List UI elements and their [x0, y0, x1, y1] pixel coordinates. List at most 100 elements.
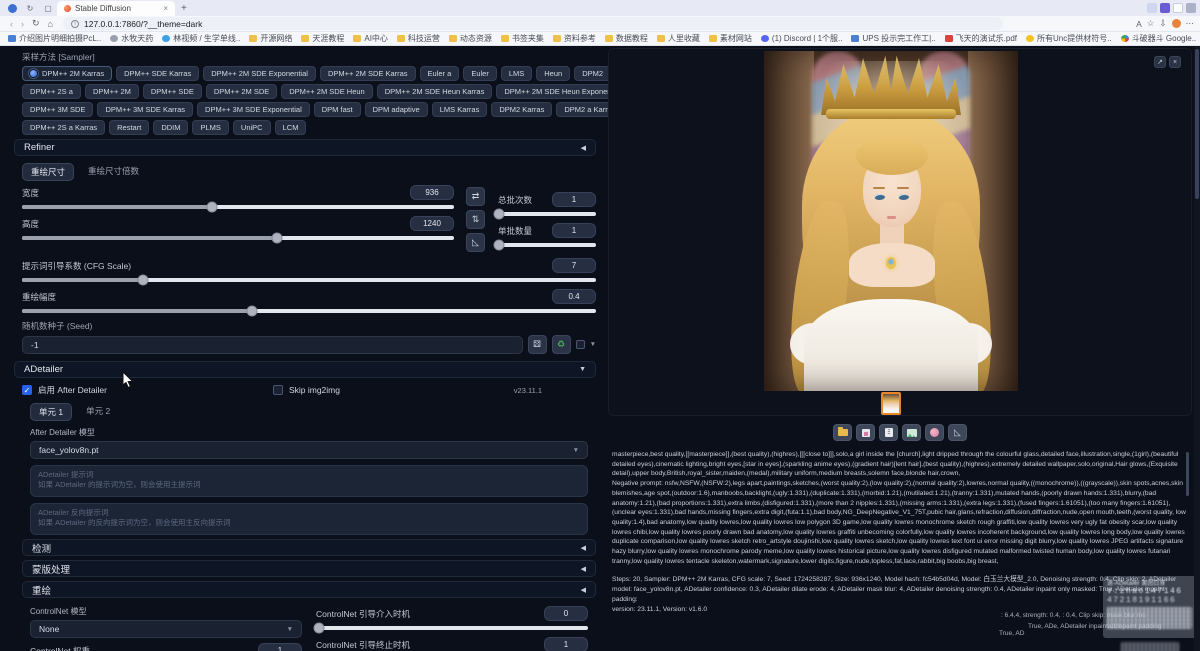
batch-count-value[interactable]: 1	[552, 192, 596, 207]
save-zip-button[interactable]	[879, 424, 898, 441]
controlnet-model-dropdown[interactable]: None ▼	[30, 620, 302, 638]
sampler-option[interactable]: LMS Karras	[432, 102, 488, 117]
cfg-value[interactable]: 7	[552, 258, 596, 273]
controlnet-start-knob[interactable]	[313, 623, 324, 634]
extra-seed-checkbox[interactable]	[576, 340, 585, 349]
workspaces-icon[interactable]	[1147, 3, 1157, 13]
profile-icon[interactable]	[1172, 19, 1181, 28]
favorite-star-icon[interactable]: ☆	[1147, 18, 1155, 29]
mask-preprocess-accordion[interactable]: 蒙版处理 ◀	[22, 560, 596, 577]
sampler-option[interactable]: DPM++ 2M SDE	[206, 84, 277, 99]
refresh-icon[interactable]: ↻	[32, 18, 40, 29]
tab-unit-2[interactable]: 单元 2	[78, 403, 118, 421]
bookmark-item[interactable]: 天涯教程	[301, 33, 344, 44]
batch-size-knob[interactable]	[493, 240, 504, 251]
width-slider[interactable]	[22, 205, 454, 209]
sampler-option[interactable]: DPM adaptive	[365, 102, 428, 117]
sampler-option[interactable]: DPM++ 2M SDE Karras	[320, 66, 416, 81]
bookmark-item[interactable]: 素材网站	[709, 33, 752, 44]
denoise-value[interactable]: 0.4	[552, 289, 596, 304]
sampler-option[interactable]: DPM++ 3M SDE Exponential	[197, 102, 310, 117]
site-info-icon[interactable]: i	[71, 20, 79, 28]
downloads-icon[interactable]: ⇩	[1159, 18, 1166, 29]
height-slider[interactable]	[22, 236, 454, 240]
swap-dimensions-button[interactable]: ⇅	[466, 210, 485, 229]
sampler-option[interactable]: DPM++ SDE Karras	[116, 66, 199, 81]
save-image-button[interactable]	[856, 424, 875, 441]
width-value[interactable]: 936	[410, 185, 454, 200]
bookmark-item[interactable]: 水牧天药	[110, 33, 153, 44]
tab-resize-to[interactable]: 重绘尺寸	[22, 163, 74, 181]
batch-size-value[interactable]: 1	[552, 223, 596, 238]
sampler-option[interactable]: DPM++ 3M SDE Karras	[97, 102, 193, 117]
tab-unit-1[interactable]: 单元 1	[30, 403, 72, 421]
reuse-seed-button[interactable]: ♻	[552, 335, 571, 354]
sampler-option[interactable]: LCM	[275, 120, 307, 135]
close-preview-button[interactable]: ×	[1169, 56, 1181, 68]
batch-count-slider[interactable]	[498, 212, 596, 216]
info-scrollbar[interactable]	[1186, 452, 1189, 496]
sampler-option[interactable]: DPM++ 2M SDE Heun	[281, 84, 372, 99]
seed-input[interactable]	[22, 336, 523, 354]
sampler-option[interactable]: Euler	[463, 66, 497, 81]
bookmark-item[interactable]: 开源网络	[249, 33, 292, 44]
bookmark-item[interactable]: 所有Unc提供材符号..	[1026, 33, 1112, 44]
sampler-option[interactable]: DPM++ 2S a Karras	[22, 120, 105, 135]
generated-image[interactable]	[764, 51, 1018, 391]
gallery-thumbnail[interactable]	[881, 392, 901, 415]
address-bar[interactable]: i 127.0.0.1:7860/?__theme=dark	[63, 17, 1003, 30]
bookmark-item[interactable]: 科技运营	[397, 33, 440, 44]
sampler-option[interactable]: DPM++ 3M SDE	[22, 102, 93, 117]
back-icon[interactable]: ‹	[10, 19, 13, 29]
sampler-option[interactable]: DPM2 Karras	[491, 102, 552, 117]
extension-icon[interactable]	[1160, 3, 1170, 13]
inpaint-accordion[interactable]: 重绘 ◀	[22, 581, 596, 598]
bookmark-item[interactable]: AI中心	[353, 33, 388, 44]
detection-accordion[interactable]: 检测 ◀	[22, 539, 596, 556]
sampler-option[interactable]: LMS	[501, 66, 532, 81]
height-value[interactable]: 1240	[410, 216, 454, 231]
bookmark-item[interactable]: 人里收藏	[657, 33, 700, 44]
sampler-option[interactable]: Heun	[536, 66, 570, 81]
send-to-img2img-button[interactable]	[902, 424, 921, 441]
height-slider-knob[interactable]	[271, 233, 282, 244]
tab-refresh-icon[interactable]: ↻	[23, 2, 37, 14]
bookmark-item[interactable]: 介绍图片明细拍摄PcL..	[8, 33, 101, 44]
random-seed-button[interactable]: ⚄	[528, 335, 547, 354]
bookmark-item[interactable]: 数据教程	[605, 33, 648, 44]
forward-icon[interactable]: ›	[21, 19, 24, 29]
bookmark-item[interactable]: UPS 投示完工作工|..	[851, 33, 935, 44]
open-output-folder-button[interactable]	[833, 424, 852, 441]
sampler-option[interactable]: Restart	[109, 120, 149, 135]
bookmark-item[interactable]: 动态资源	[449, 33, 492, 44]
scrollbar-thumb[interactable]	[1195, 49, 1199, 199]
sampler-option[interactable]: DPM++ 2M SDE Heun Karras	[377, 84, 493, 99]
bookmark-item[interactable]: (1) Discord | 1个服..	[761, 33, 843, 44]
tab-close-icon[interactable]: ×	[163, 4, 168, 13]
browser-tab[interactable]: Stable Diffusion ×	[57, 1, 175, 16]
cfg-knob[interactable]	[137, 275, 148, 286]
controlnet-weight-value[interactable]: 1	[258, 643, 302, 651]
switch-mode-button[interactable]: ⇄	[466, 187, 485, 206]
controlnet-end-value[interactable]: 1	[544, 637, 588, 651]
controlnet-start-value[interactable]: 0	[544, 606, 588, 621]
split-screen-icon[interactable]	[1173, 3, 1183, 13]
denoise-knob[interactable]	[246, 306, 257, 317]
read-aloud-icon[interactable]: A	[1136, 19, 1142, 29]
sampler-option[interactable]: DPM2	[574, 66, 611, 81]
adetailer-model-dropdown[interactable]: face_yolov8n.pt ▼	[30, 441, 588, 459]
refiner-accordion[interactable]: Refiner ◀	[14, 139, 596, 156]
settings-dots-icon[interactable]: ⋯	[1186, 18, 1195, 29]
sampler-option[interactable]: DPM++ 2M Karras	[22, 66, 112, 81]
browser-menu-icon[interactable]	[1186, 3, 1196, 13]
adetailer-prompt-textarea[interactable]	[30, 465, 588, 497]
bookmark-item[interactable]: 斗破器斗 Google..	[1121, 33, 1196, 44]
bookmark-item[interactable]: 林视频 / 生学单线..	[162, 33, 240, 44]
bookmark-item[interactable]: 书签夹集	[501, 33, 544, 44]
sampler-option[interactable]: Euler a	[420, 66, 460, 81]
page-scrollbar[interactable]	[1194, 46, 1200, 651]
adetailer-negative-textarea[interactable]	[30, 503, 588, 535]
sampler-option[interactable]: DPM++ 2M SDE Exponential	[203, 66, 316, 81]
tab-resize-by[interactable]: 重绘尺寸倍数	[80, 163, 147, 181]
send-to-extras-button[interactable]: ◺	[948, 424, 967, 441]
